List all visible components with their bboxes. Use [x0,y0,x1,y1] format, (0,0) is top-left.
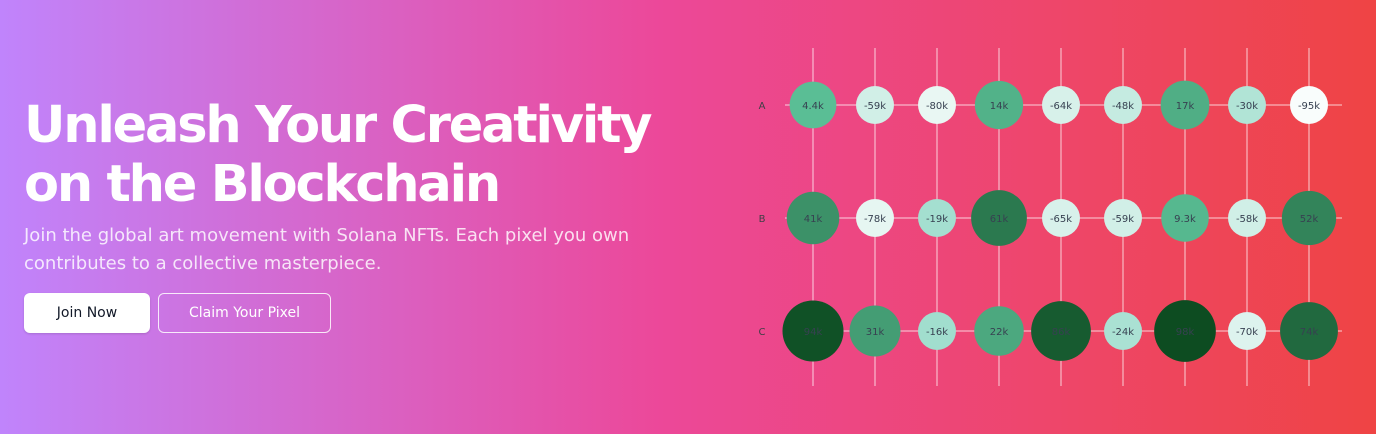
pixel-cell[interactable]: -58k [1228,199,1266,237]
pixel-value-label: 41k [804,214,823,225]
pixel-cell[interactable]: 94k [782,300,844,362]
pixel-cell[interactable]: -16k [918,312,956,350]
pixel-cell[interactable]: 98k [1154,300,1216,362]
pixel-value-label: 98k [1176,327,1195,338]
pixel-cell[interactable]: -70k [1228,312,1266,350]
headline-line-1: Unleash Your Creativity [24,96,653,155]
headline-line-2: on the Blockchain [24,155,501,214]
pixel-value-label: 31k [866,327,885,338]
pixel-cell[interactable]: 41k [786,191,840,245]
pixel-value-label: 86k [1052,327,1071,338]
pixel-value-grid: A 4.4k -59k -80k 14k -64k -48k 17k -30k -95k B 41k -… [740,40,1360,400]
row-label-c: C [759,327,766,338]
pixel-cell[interactable]: 52k [1281,190,1337,246]
pixel-cell[interactable]: 61k [971,190,1027,246]
hero-headline: Unleash Your Creativity on the Blockchai… [24,96,704,214]
pixel-value-label: 61k [990,214,1009,225]
pixel-cell[interactable]: 4.4k [789,81,837,129]
pixel-cell[interactable]: 9.3k [1161,194,1209,242]
pixel-value-label: -16k [926,327,948,338]
pixel-value-label: 52k [1300,214,1319,225]
pixel-cell[interactable]: 86k [1031,301,1091,361]
pixel-cell[interactable]: 31k [849,305,901,357]
pixel-value-label: 94k [804,327,823,338]
pixel-cell[interactable]: -48k [1104,86,1142,124]
pixel-value-label: -59k [864,101,886,112]
pixel-value-label: 4.4k [802,101,824,112]
pixel-cell[interactable]: -80k [918,86,956,124]
pixel-value-label: 14k [990,101,1009,112]
pixel-cell[interactable]: -64k [1042,86,1080,124]
pixel-value-label: -59k [1112,214,1134,225]
pixel-cell[interactable]: -78k [856,199,894,237]
pixel-value-label: -65k [1050,214,1072,225]
pixel-value-label: -80k [926,101,948,112]
pixel-value-label: 9.3k [1174,214,1196,225]
claim-pixel-button[interactable]: Claim Your Pixel [158,293,331,333]
pixel-value-label: -19k [926,214,948,225]
pixel-cell[interactable]: -59k [1104,199,1142,237]
pixel-cell[interactable]: -65k [1042,199,1080,237]
pixel-value-label: -70k [1236,327,1258,338]
pixel-value-label: -95k [1298,101,1320,112]
hero-copy: Unleash Your Creativity on the Blockchai… [24,96,704,333]
hero-actions: Join Now Claim Your Pixel [24,293,704,333]
pixel-value-label: 74k [1300,327,1319,338]
pixel-cell[interactable]: -59k [856,86,894,124]
row-label-a: A [759,101,766,112]
pixel-grid-chart: A 4.4k -59k -80k 14k -64k -48k 17k -30k -95k B 41k -… [759,48,1342,386]
join-now-button[interactable]: Join Now [24,293,150,333]
hero-banner: Unleash Your Creativity on the Blockchai… [0,0,1376,434]
pixel-value-label: -30k [1236,101,1258,112]
pixel-cell[interactable]: 22k [974,306,1024,356]
pixel-cell[interactable]: -30k [1228,86,1266,124]
pixel-cell[interactable]: -95k [1290,86,1328,124]
pixel-cell[interactable]: 14k [974,80,1024,130]
pixel-value-label: 17k [1176,101,1195,112]
pixel-cell[interactable]: -19k [918,199,956,237]
pixel-cell[interactable]: 74k [1280,302,1338,360]
pixel-cell[interactable]: -24k [1104,312,1142,350]
hero-subtitle: Join the global art movement with Solana… [24,225,630,274]
pixel-cell[interactable]: 17k [1160,80,1210,130]
row-label-b: B [759,214,766,225]
pixel-value-label: -24k [1112,327,1134,338]
pixel-value-label: 22k [990,327,1009,338]
pixel-value-label: -58k [1236,214,1258,225]
pixel-value-label: -64k [1050,101,1072,112]
pixel-value-label: -48k [1112,101,1134,112]
pixel-value-label: -78k [864,214,886,225]
